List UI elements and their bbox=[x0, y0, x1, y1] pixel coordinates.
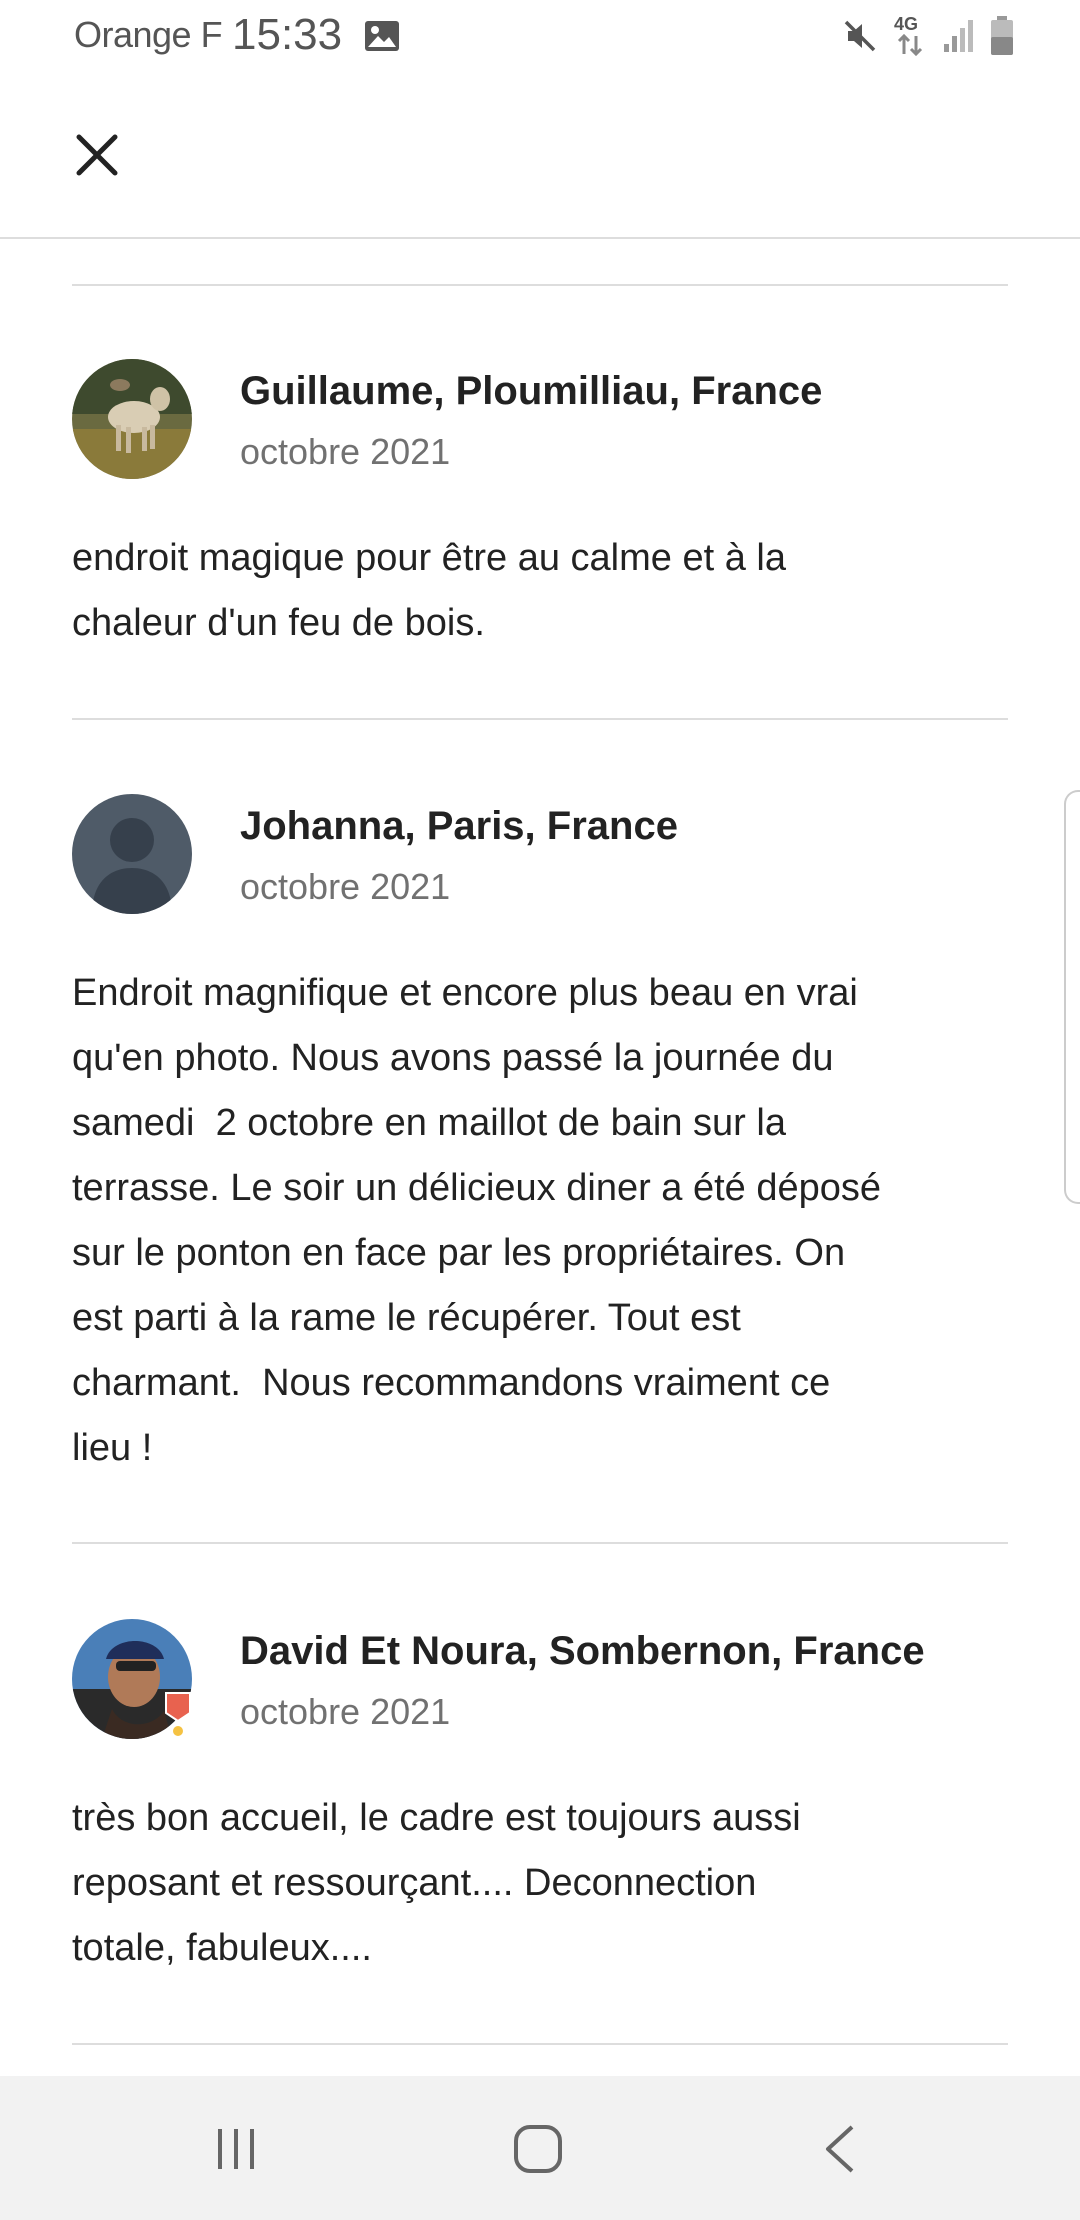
home-button[interactable] bbox=[498, 2118, 578, 2184]
divider bbox=[72, 2043, 1008, 2045]
divider bbox=[72, 1542, 1008, 1544]
avatar[interactable] bbox=[72, 359, 192, 479]
back-icon bbox=[820, 2123, 860, 2180]
home-icon bbox=[512, 2123, 564, 2180]
battery-icon bbox=[990, 16, 1014, 56]
review-item: Guillaume, Ploumilliau, France octobre 2… bbox=[72, 359, 1008, 689]
top-app-bar bbox=[0, 72, 1080, 239]
recent-apps-icon bbox=[212, 2125, 260, 2178]
reviewer-name: David Et Noura, Sombernon, France bbox=[240, 1629, 925, 1673]
image-notification-icon bbox=[364, 20, 400, 52]
review-date: octobre 2021 bbox=[240, 866, 451, 907]
mute-icon bbox=[842, 18, 878, 54]
network-type-icon: 4G bbox=[892, 14, 928, 56]
reviewer-name: Guillaume, Ploumilliau, France bbox=[240, 369, 823, 413]
review-text: Endroit magnifique et encore plus beau e… bbox=[72, 972, 882, 1469]
review-item: Johanna, Paris, France octobre 2021 Endr… bbox=[72, 794, 1008, 1469]
divider bbox=[72, 284, 1008, 286]
superhost-badge-icon bbox=[162, 1691, 194, 1739]
close-icon bbox=[75, 133, 119, 182]
avatar[interactable] bbox=[72, 794, 192, 914]
carrier-label: Orange F bbox=[74, 14, 223, 55]
reviewer-name: Johanna, Paris, France bbox=[240, 804, 678, 848]
close-button[interactable] bbox=[60, 120, 134, 194]
edge-panel-handle[interactable] bbox=[1064, 790, 1080, 1204]
review-item: David Et Noura, Sombernon, France octobr… bbox=[72, 1619, 1008, 1969]
review-text: endroit magique pour être au calme et à … bbox=[72, 537, 786, 644]
review-text: très bon accueil, le cadre est toujours … bbox=[72, 1797, 801, 1969]
back-button[interactable] bbox=[800, 2118, 880, 2184]
divider bbox=[72, 718, 1008, 720]
recent-apps-button[interactable] bbox=[196, 2118, 276, 2184]
status-bar: Orange F 15:33 4G bbox=[0, 0, 1080, 72]
status-icons: 4G bbox=[842, 14, 1014, 56]
clock: 15:33 bbox=[232, 10, 343, 59]
navigation-bar bbox=[0, 2076, 1080, 2220]
signal-icon bbox=[942, 18, 976, 54]
reviews-list[interactable]: Guillaume, Ploumilliau, France octobre 2… bbox=[0, 239, 1080, 2075]
review-date: octobre 2021 bbox=[240, 431, 451, 472]
review-date: octobre 2021 bbox=[240, 1691, 451, 1732]
network-type-label: 4G bbox=[894, 14, 919, 34]
